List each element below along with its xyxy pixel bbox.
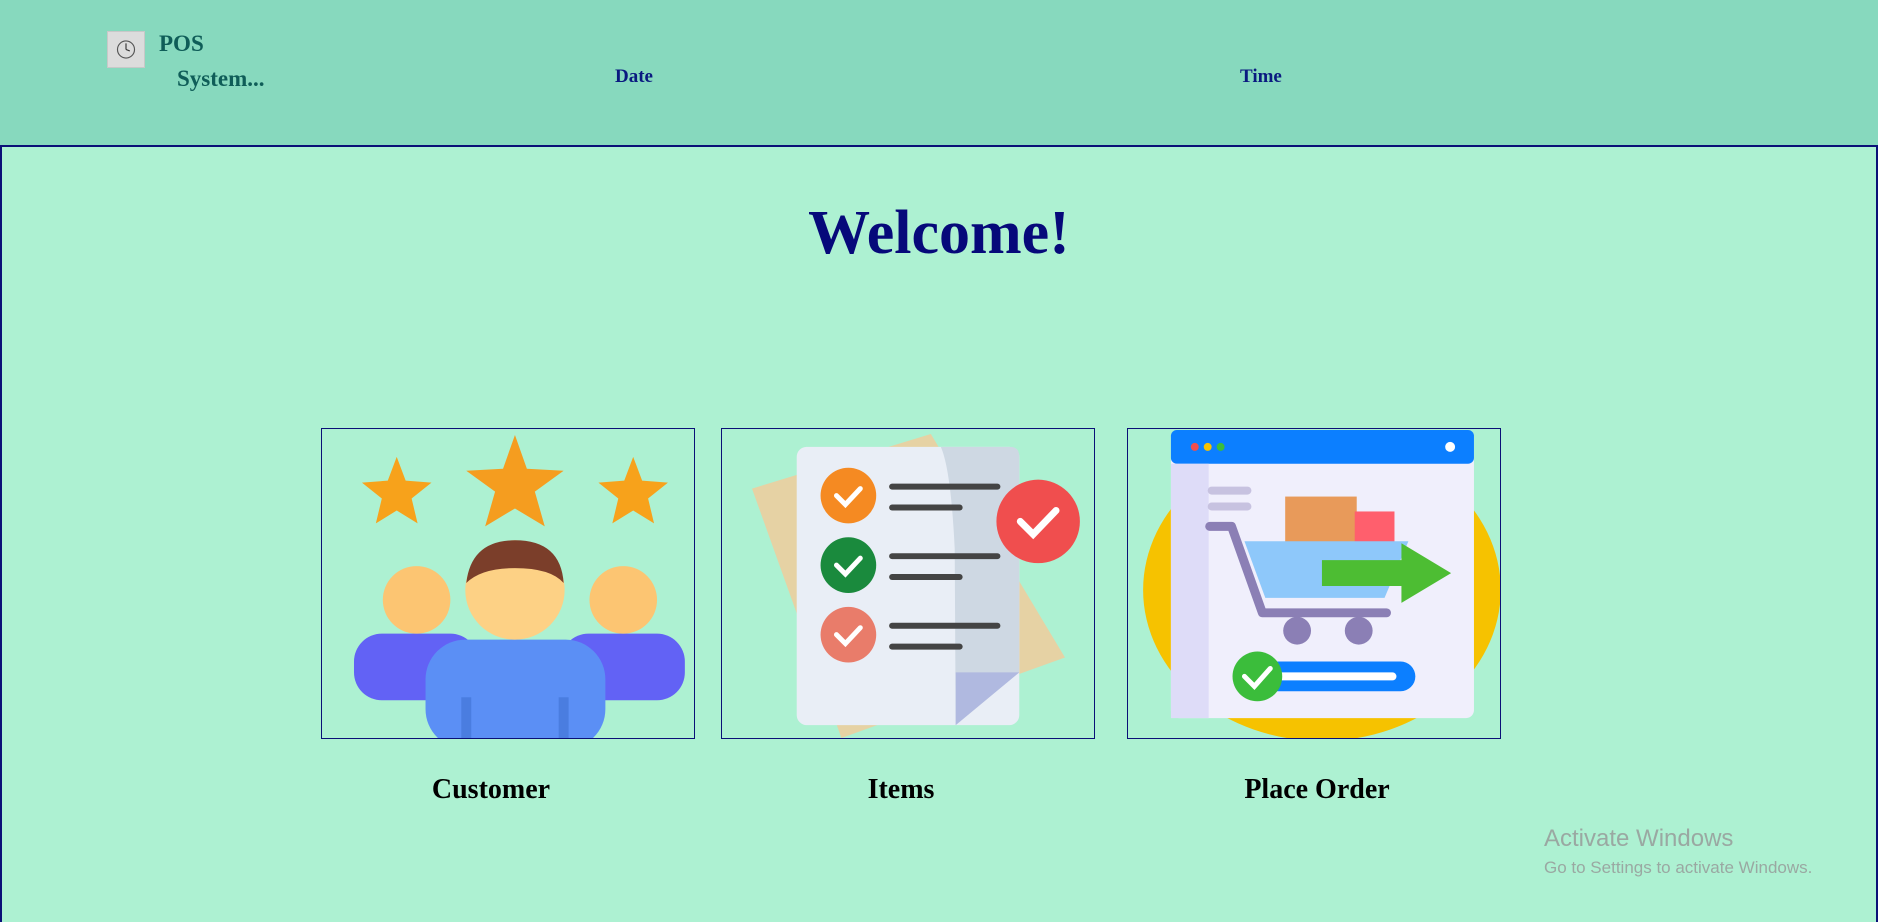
items-label[interactable]: Items [714,774,1088,806]
shopping-cart-order-icon [1143,429,1500,738]
date-label: Date [615,66,653,87]
brand-title-line2: System... [177,66,265,91]
welcome-heading: Welcome! [808,199,1070,267]
place-order-label[interactable]: Place Order [1130,774,1504,806]
place-order-card[interactable] [1127,428,1501,739]
customers-rating-icon [353,434,685,738]
items-card[interactable] [721,428,1095,739]
time-label: Time [1240,66,1282,87]
activate-windows-title: Activate Windows [1544,825,1734,852]
logo-icon[interactable] [107,31,145,68]
customer-label[interactable]: Customer [304,774,678,806]
top-header: POS System... Date Time [0,0,1878,145]
activate-windows-subtitle: Go to Settings to activate Windows. [1544,858,1813,877]
checklist-icon [752,433,1080,738]
customer-card[interactable] [321,428,695,739]
brand-title-line1: POS [159,31,204,56]
